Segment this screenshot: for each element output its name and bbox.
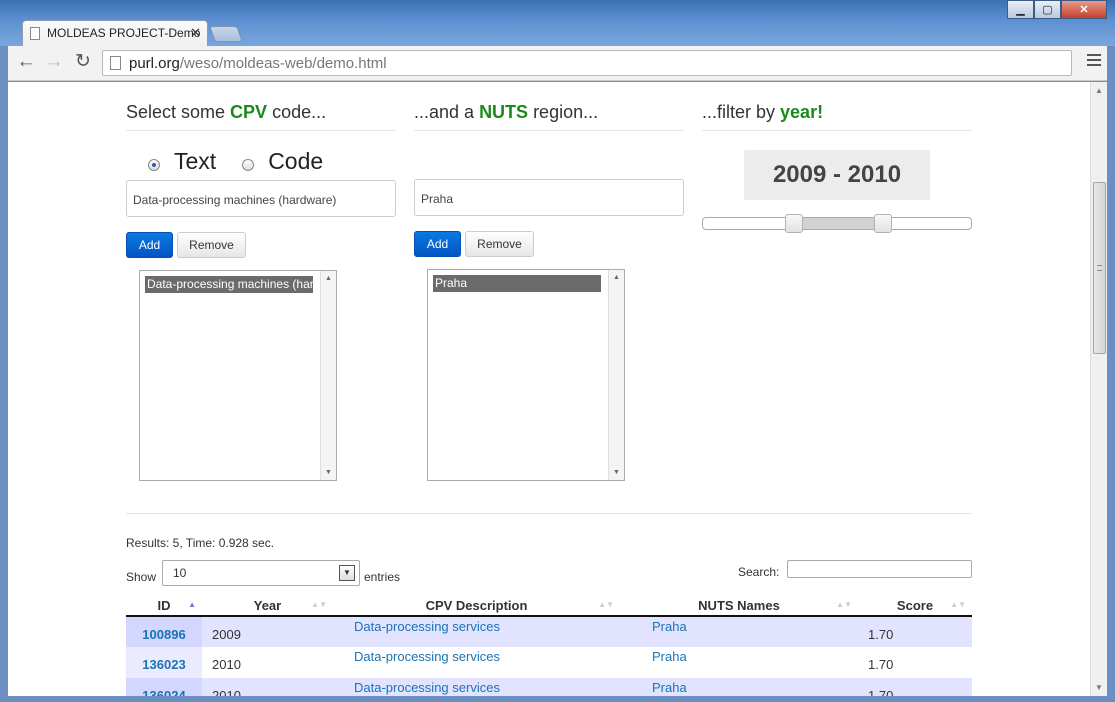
tab-title: MOLDEAS PROJECT-Demo bbox=[47, 26, 201, 40]
cpv-add-button[interactable]: Add bbox=[126, 232, 173, 258]
sort-icon: ▲▼ bbox=[950, 600, 966, 609]
scrollbar-thumb[interactable] bbox=[1093, 182, 1106, 354]
row-year: 2010 bbox=[212, 657, 241, 672]
search-label: Search: bbox=[738, 565, 780, 579]
list-item[interactable]: Praha bbox=[433, 275, 601, 292]
row-cpv-link[interactable]: Data-processing services bbox=[333, 647, 620, 678]
cpv-remove-button[interactable]: Remove bbox=[177, 232, 246, 258]
radio-code[interactable] bbox=[242, 158, 255, 171]
column-header-cpv[interactable]: CPV Description ▲▼ bbox=[333, 596, 620, 617]
year-heading: ...filter by year! bbox=[702, 82, 972, 131]
cpv-search-mode: Text Code bbox=[148, 148, 323, 175]
page-scrollbar[interactable]: ▲ ▼ bbox=[1090, 82, 1107, 696]
url-host: purl.org bbox=[129, 55, 180, 72]
column-header-score[interactable]: Score ▲▼ bbox=[858, 596, 972, 617]
close-window-button[interactable]: ✕ bbox=[1061, 0, 1107, 19]
window-titlebar: MOLDEAS PROJECT-Demo ✕ ▁ ▢ ✕ bbox=[0, 0, 1115, 46]
row-score: 1.70 bbox=[868, 657, 894, 672]
cpv-column: Select some CPV code... Text Code Data-p… bbox=[126, 82, 396, 481]
minimize-button[interactable]: ▁ bbox=[1007, 0, 1034, 19]
entries-label: entries bbox=[364, 570, 401, 584]
slider-range bbox=[794, 218, 883, 229]
row-id-link[interactable]: 100896 bbox=[126, 616, 202, 647]
row-nuts-link[interactable]: Praha bbox=[620, 616, 858, 647]
address-bar[interactable]: purl.org/weso/moldeas-web/demo.html bbox=[102, 50, 1072, 76]
radio-text-label: Text bbox=[174, 148, 217, 174]
page-info-icon bbox=[110, 56, 121, 70]
nuts-column: ...and a NUTS region... Praha Add Remove… bbox=[414, 82, 684, 481]
browser-toolbar: ← → ↻ purl.org/weso/moldeas-web/demo.htm… bbox=[8, 46, 1107, 81]
new-tab-button[interactable] bbox=[209, 26, 243, 42]
table-row: 136023 2010 Data-processing services Pra… bbox=[126, 647, 972, 678]
slider-handle-high[interactable] bbox=[874, 214, 892, 233]
column-header-nuts[interactable]: NUTS Names ▲▼ bbox=[620, 596, 858, 617]
url-path: /weso/moldeas-web/demo.html bbox=[179, 55, 387, 72]
browser-tab[interactable]: MOLDEAS PROJECT-Demo ✕ bbox=[22, 20, 208, 46]
forward-arrow-icon[interactable]: → bbox=[42, 51, 66, 75]
row-score: 1.70 bbox=[858, 678, 972, 696]
list-item[interactable]: Data-processing machines (hardware) bbox=[145, 276, 313, 293]
nuts-input[interactable]: Praha bbox=[414, 179, 684, 216]
table-row: 136024 2010 Data-processing services Pra… bbox=[126, 678, 972, 696]
row-nuts-link[interactable]: Praha bbox=[620, 678, 858, 696]
reload-icon[interactable]: ↻ bbox=[71, 51, 95, 75]
show-label: Show bbox=[126, 570, 157, 584]
sort-asc-icon: ▲ bbox=[188, 600, 196, 609]
chevron-down-icon[interactable]: ▼ bbox=[339, 565, 355, 581]
nuts-selected-list[interactable]: Praha ▲ ▼ bbox=[427, 269, 625, 481]
year-column: ...filter by year! 2009 - 2010 bbox=[702, 82, 972, 233]
back-arrow-icon[interactable]: ← bbox=[14, 51, 38, 75]
cpv-selected-list[interactable]: Data-processing machines (hardware) ▲▼ bbox=[139, 270, 337, 481]
cpv-heading: Select some CPV code... bbox=[126, 82, 396, 131]
search-input[interactable] bbox=[787, 560, 972, 578]
page-viewport: Select some CPV code... Text Code Data-p… bbox=[8, 82, 1090, 696]
slider-handle-low[interactable] bbox=[785, 214, 803, 233]
row-year: 2010 bbox=[202, 678, 333, 696]
row-score: 1.70 bbox=[858, 616, 972, 647]
scroll-up-icon[interactable]: ▲ bbox=[1095, 86, 1103, 95]
radio-code-label: Code bbox=[268, 148, 324, 174]
cpv-input[interactable]: Data-processing machines (hardware) bbox=[126, 180, 396, 217]
results-table: ID ▲ Year ▲▼ CPV Description ▲▼ NUTS Names ▲… bbox=[126, 596, 972, 696]
results-summary: Results: 5, Time: 0.928 sec. bbox=[126, 536, 275, 550]
table-row: 100896 2009 Data-processing services Pra… bbox=[126, 616, 972, 647]
maximize-button[interactable]: ▢ bbox=[1034, 0, 1061, 19]
column-header-year[interactable]: Year ▲▼ bbox=[202, 596, 333, 617]
page-icon bbox=[30, 27, 40, 40]
row-id-link[interactable]: 136023 bbox=[126, 647, 202, 678]
year-range-slider[interactable] bbox=[702, 214, 972, 233]
sort-icon: ▲▼ bbox=[311, 600, 327, 609]
nuts-heading: ...and a NUTS region... bbox=[414, 82, 684, 131]
row-year: 2009 bbox=[202, 616, 333, 647]
sort-icon: ▲▼ bbox=[836, 600, 852, 609]
page-size-select[interactable]: 10 ▼ bbox=[162, 560, 360, 586]
radio-text[interactable] bbox=[148, 158, 160, 171]
list-scrollbar[interactable]: ▲ ▼ bbox=[320, 271, 336, 480]
row-nuts-link[interactable]: Praha bbox=[620, 647, 858, 678]
tab-close-icon[interactable]: ✕ bbox=[190, 25, 201, 41]
browser-menu-icon[interactable] bbox=[1087, 54, 1101, 68]
divider bbox=[126, 513, 972, 514]
nuts-remove-button[interactable]: Remove bbox=[465, 231, 534, 257]
row-cpv-link[interactable]: Data-processing services bbox=[333, 678, 620, 696]
sort-icon: ▲▼ bbox=[598, 600, 614, 609]
column-header-id[interactable]: ID ▲ bbox=[126, 596, 202, 617]
scroll-down-icon[interactable]: ▼ bbox=[1095, 683, 1103, 692]
page-size-value: 10 bbox=[173, 566, 187, 580]
list-scrollbar[interactable]: ▲ ▼ bbox=[608, 270, 624, 480]
nuts-add-button[interactable]: Add bbox=[414, 231, 461, 257]
year-range-display: 2009 - 2010 bbox=[744, 150, 930, 200]
row-id-link[interactable]: 136024 bbox=[126, 678, 202, 696]
row-cpv-link[interactable]: Data-processing services bbox=[333, 616, 620, 647]
